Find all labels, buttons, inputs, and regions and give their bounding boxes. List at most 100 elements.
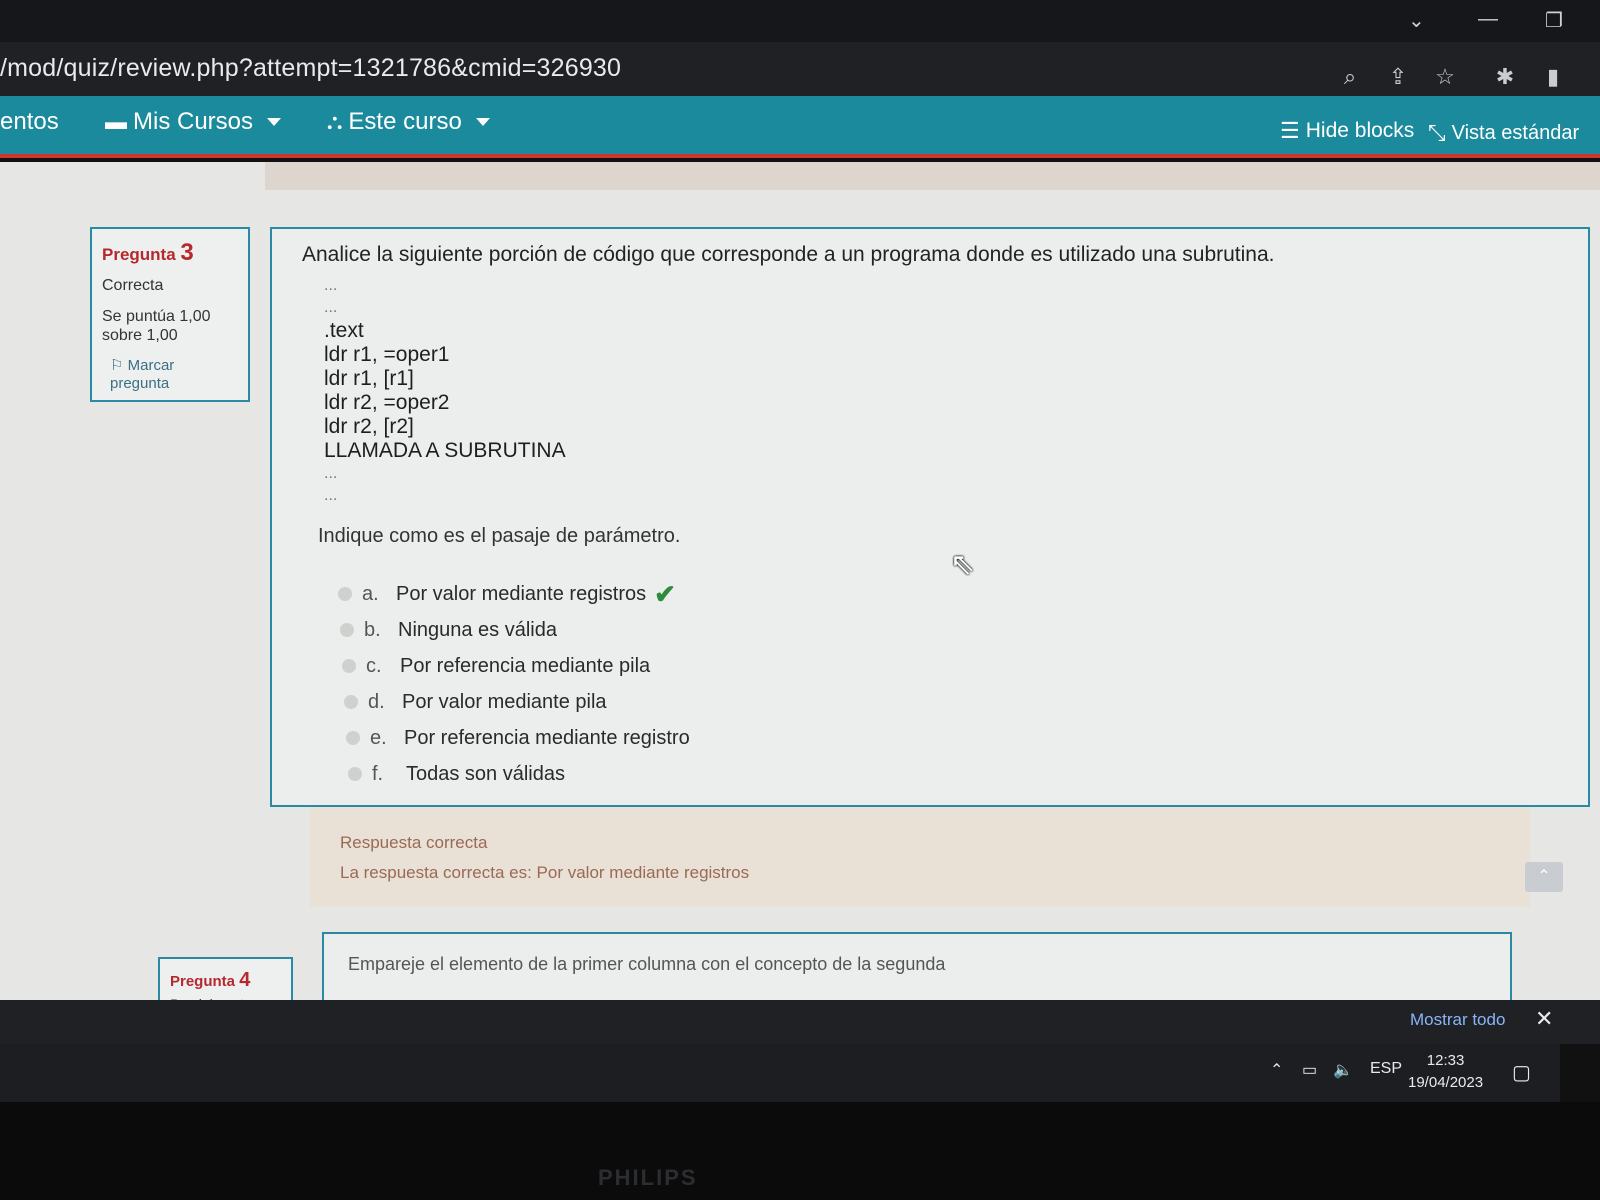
question-label: Pregunta — [170, 973, 236, 990]
restore-icon[interactable]: ❐ — [1545, 8, 1563, 33]
moodle-navbar: entos ▬ Mis Cursos ⛬ Este curso ☰ Hide b… — [0, 96, 1600, 158]
answer-option-c: c. Por referencia mediante pila — [342, 648, 1562, 684]
answer-option-f: f. Todas son válidas — [348, 756, 1562, 792]
answer-option-b: b. Ninguna es válida — [340, 612, 1562, 648]
question-state: Correcta — [102, 277, 164, 294]
code-line: ldr r2, [r2] — [324, 415, 414, 438]
answer-letter: c. — [366, 654, 382, 677]
answer-letter: e. — [370, 726, 387, 749]
question-label: Pregunta — [102, 245, 176, 264]
code-line: ldr r2, =oper2 — [324, 391, 450, 414]
question-content-box: Analice la siguiente porción de código q… — [270, 227, 1590, 807]
question-info-box: Pregunta 3 Correcta Se puntúa 1,00 sobre… — [90, 227, 250, 402]
minimize-icon[interactable]: — — [1478, 8, 1498, 31]
page-header-band — [265, 162, 1600, 190]
answer-letter: b. — [364, 618, 381, 641]
chevron-up-icon[interactable]: ⌃ — [1270, 1060, 1283, 1080]
show-all-downloads-link[interactable]: Mostrar todo — [1410, 1010, 1505, 1030]
nav-mis-cursos-label: Mis Cursos — [133, 108, 254, 135]
code-ellipsis: ... — [324, 487, 338, 504]
flag-line-1: Marcar — [127, 357, 175, 374]
answer-radio — [340, 623, 354, 637]
extensions-icon[interactable]: ✱ — [1490, 64, 1520, 90]
question-number-value: 4 — [239, 969, 251, 991]
answer-text: Por referencia mediante pila — [400, 654, 651, 677]
list-icon: ☰ — [1280, 118, 1300, 143]
flag-line-2: pregunta — [110, 375, 170, 392]
side-panel-icon[interactable]: ▮ — [1538, 64, 1568, 90]
answer-option-d: d. Por valor mediante pila — [344, 684, 1562, 720]
screen: ⌄ — ❐ /mod/quiz/review.php?attempt=13217… — [0, 0, 1600, 1200]
nav-este-curso-label: Este curso — [348, 108, 462, 135]
hide-blocks-button[interactable]: ☰ Hide blocks — [1280, 118, 1414, 144]
clock-time: 12:33 — [1426, 1052, 1465, 1069]
answer-text: Ninguna es válida — [398, 618, 557, 641]
answer-radio — [348, 767, 362, 781]
monitor-brand: PHILIPS — [598, 1165, 698, 1190]
answer-radio — [338, 587, 352, 601]
code-line: .text — [324, 319, 364, 342]
answer-text: Por referencia mediante registro — [404, 726, 690, 749]
network-icon[interactable]: ▭ — [1302, 1060, 1317, 1080]
clock-date: 19/04/2023 — [1408, 1074, 1484, 1091]
code-ellipsis: ... — [324, 465, 338, 482]
code-line: ldr r1, [r1] — [324, 367, 414, 390]
zoom-icon[interactable]: ⌕ — [1335, 64, 1365, 90]
code-line: LLAMADA A SUBRUTINA — [324, 439, 566, 462]
flag-question-link[interactable]: ⚐ Marcar pregunta — [102, 357, 238, 393]
scroll-to-top-button[interactable]: ⌃ — [1525, 862, 1563, 892]
sitemap-icon: ⛬ — [327, 109, 343, 134]
correct-answer-text: La respuesta correcta es: Por valor medi… — [340, 863, 750, 882]
hide-blocks-label: Hide blocks — [1305, 119, 1415, 142]
answer-radio — [346, 731, 360, 745]
code-ellipsis: ... — [324, 277, 338, 294]
caret-down-icon — [475, 118, 490, 126]
question-text: Analice la siguiente porción de código q… — [302, 243, 1275, 266]
question-content-box: Empareje el elemento de la primer column… — [322, 932, 1512, 1002]
clock[interactable]: 12:33 19/04/2023 — [1408, 1050, 1483, 1094]
nav-mis-cursos[interactable]: ▬ Mis Cursos — [105, 108, 282, 136]
answer-text: Por valor mediante pila — [402, 690, 607, 713]
vista-estandar-label: Vista estándar — [1451, 121, 1580, 144]
question-number-value: 3 — [180, 239, 194, 266]
code-line: ldr r1, =oper1 — [324, 343, 450, 366]
vista-estandar-button[interactable]: ⤡ Vista estándar — [1428, 120, 1579, 146]
downloads-bar: Mostrar todo ✕ — [0, 1000, 1600, 1044]
answer-list: a. Por valor mediante registros ✔ b. Nin… — [338, 576, 1562, 792]
notifications-icon[interactable]: ▢ — [1512, 1060, 1531, 1085]
question-text: Empareje el elemento de la primer column… — [348, 954, 946, 974]
mouse-pointer-icon: ⇖ — [950, 548, 976, 581]
briefcase-icon: ▬ — [105, 109, 127, 134]
nav-partial-item[interactable]: entos — [0, 108, 59, 136]
code-ellipsis: ... — [324, 299, 338, 316]
feedback-box: Respuesta correcta La respuesta correcta… — [310, 807, 1530, 907]
nav-este-curso[interactable]: ⛬ Este curso — [327, 108, 490, 136]
answer-letter: f. — [372, 762, 384, 785]
question-grade: Se puntúa 1,00 sobre 1,00 — [102, 307, 238, 345]
bookmark-star-icon[interactable]: ☆ — [1430, 64, 1460, 90]
question-number: Pregunta 3 — [102, 239, 238, 267]
grade-line-1: Se puntúa 1,00 — [102, 308, 211, 325]
answer-option-e: e. Por referencia mediante registro — [346, 720, 1562, 756]
answer-radio — [344, 695, 358, 709]
quiz-review-page: Pregunta 3 Correcta Se puntúa 1,00 sobre… — [0, 162, 1600, 1027]
share-icon[interactable]: ⇪ — [1383, 64, 1413, 90]
compress-icon: ⤡ — [1428, 120, 1446, 145]
code-snippet: ... ... .text ldr r1, =oper1 ldr r1, [r1… — [324, 275, 1562, 507]
answer-letter: a. — [362, 582, 379, 605]
volume-icon[interactable]: 🔈 — [1333, 1060, 1353, 1080]
flag-icon: ⚐ — [110, 357, 128, 374]
grade-line-2: sobre 1,00 — [102, 327, 178, 344]
url-text[interactable]: /mod/quiz/review.php?attempt=1321786&cmi… — [0, 54, 621, 83]
language-indicator[interactable]: ESP — [1370, 1060, 1402, 1078]
windows-taskbar: ⌃ ▭ 🔈 ESP 12:33 19/04/2023 ▢ — [0, 1044, 1560, 1102]
caret-down-icon — [267, 118, 282, 126]
feedback-title: Respuesta correcta — [340, 833, 488, 852]
window-titlebar: ⌄ — ❐ — [0, 0, 1600, 42]
monitor-bezel — [0, 1102, 1600, 1200]
answer-letter: d. — [368, 690, 385, 713]
checkmark-icon: ✔ — [654, 578, 676, 609]
chevron-down-icon[interactable]: ⌄ — [1408, 8, 1425, 33]
close-icon[interactable]: ✕ — [1535, 1006, 1553, 1032]
question-number: Pregunta 4 — [170, 969, 281, 992]
